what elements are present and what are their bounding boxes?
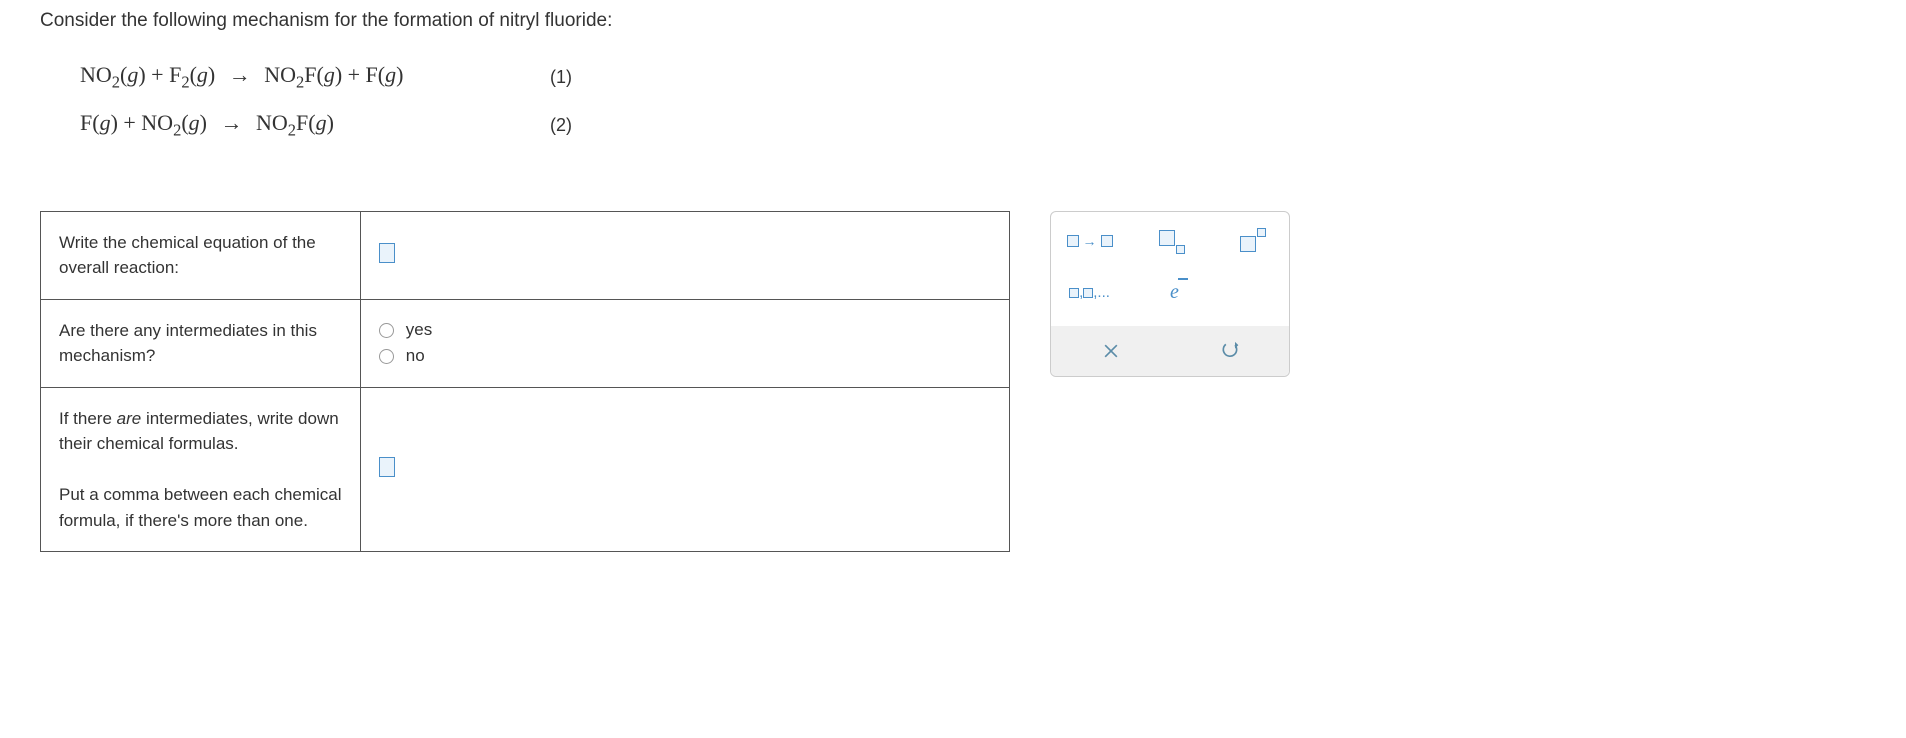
q2-input-cell: yes no	[360, 299, 1009, 387]
reaction-arrow-tool-icon: →	[1067, 233, 1113, 249]
equation-1-label: (1)	[550, 67, 572, 88]
x-icon	[1101, 341, 1121, 361]
undo-button[interactable]	[1210, 336, 1250, 366]
equation-1-rhs: NO2F(g) + F(g)	[264, 62, 403, 87]
clear-button[interactable]	[1091, 336, 1131, 366]
q3-input-cell[interactable]	[360, 387, 1009, 552]
q1-label: Write the chemical equation of the overa…	[41, 211, 361, 299]
radio-no-label: no	[406, 346, 425, 366]
reaction-arrow-button[interactable]: →	[1067, 226, 1112, 256]
equation-2-label: (2)	[550, 115, 572, 136]
formula-input-placeholder-icon[interactable]	[379, 243, 395, 263]
list-separator-button[interactable]: ,,...	[1067, 278, 1112, 308]
table-row: Write the chemical equation of the overa…	[41, 211, 1010, 299]
question-prompt: Consider the following mechanism for the…	[40, 10, 1866, 32]
electron-button[interactable]: e	[1152, 278, 1197, 308]
q1-input-cell[interactable]	[360, 211, 1009, 299]
superscript-button[interactable]	[1233, 226, 1274, 256]
radio-yes-icon[interactable]	[379, 323, 394, 338]
subscript-tool-icon	[1159, 230, 1185, 252]
radio-yes-label: yes	[406, 320, 432, 340]
equation-1-lhs: NO2(g) + F2(g)	[80, 62, 215, 87]
formula-input-placeholder-icon[interactable]	[379, 457, 395, 477]
equation-2: F(g) + NO2(g) → NO2F(g) (2)	[80, 110, 1866, 140]
table-row: If there are intermediates, write down t…	[41, 387, 1010, 552]
electron-tool-icon: e	[1170, 281, 1179, 304]
table-row: Are there any intermediates in this mech…	[41, 299, 1010, 387]
answer-table: Write the chemical equation of the overa…	[40, 211, 1010, 553]
superscript-tool-icon	[1240, 230, 1266, 252]
equation-toolbox: → ,,...	[1050, 211, 1290, 377]
equation-2-rhs: NO2F(g)	[256, 110, 334, 135]
list-separator-tool-icon: ,,...	[1069, 284, 1110, 301]
q3-label: If there are intermediates, write down t…	[41, 387, 361, 552]
radio-yes-row[interactable]: yes	[379, 320, 991, 340]
radio-no-row[interactable]: no	[379, 346, 991, 366]
subscript-button[interactable]	[1152, 226, 1193, 256]
reaction-arrow-icon: →	[229, 62, 251, 88]
equation-2-lhs: F(g) + NO2(g)	[80, 110, 207, 135]
equation-1: NO2(g) + F2(g) → NO2F(g) + F(g) (1)	[80, 62, 1866, 92]
q2-label: Are there any intermediates in this mech…	[41, 299, 361, 387]
undo-icon	[1220, 341, 1240, 361]
mechanism-equations: NO2(g) + F2(g) → NO2F(g) + F(g) (1) F(g)…	[80, 62, 1866, 141]
reaction-arrow-icon: →	[220, 110, 242, 136]
radio-no-icon[interactable]	[379, 349, 394, 364]
